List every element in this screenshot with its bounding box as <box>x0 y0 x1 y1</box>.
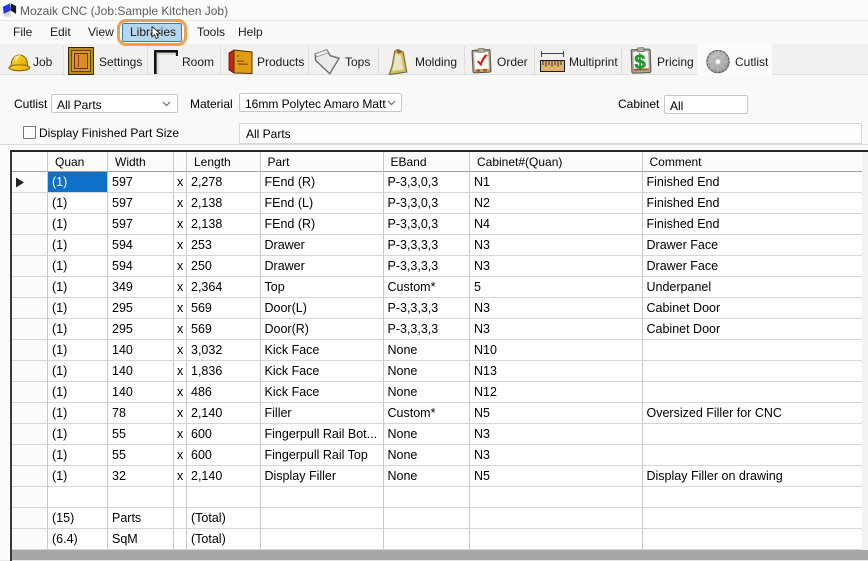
svg-text:$: $ <box>634 51 646 73</box>
